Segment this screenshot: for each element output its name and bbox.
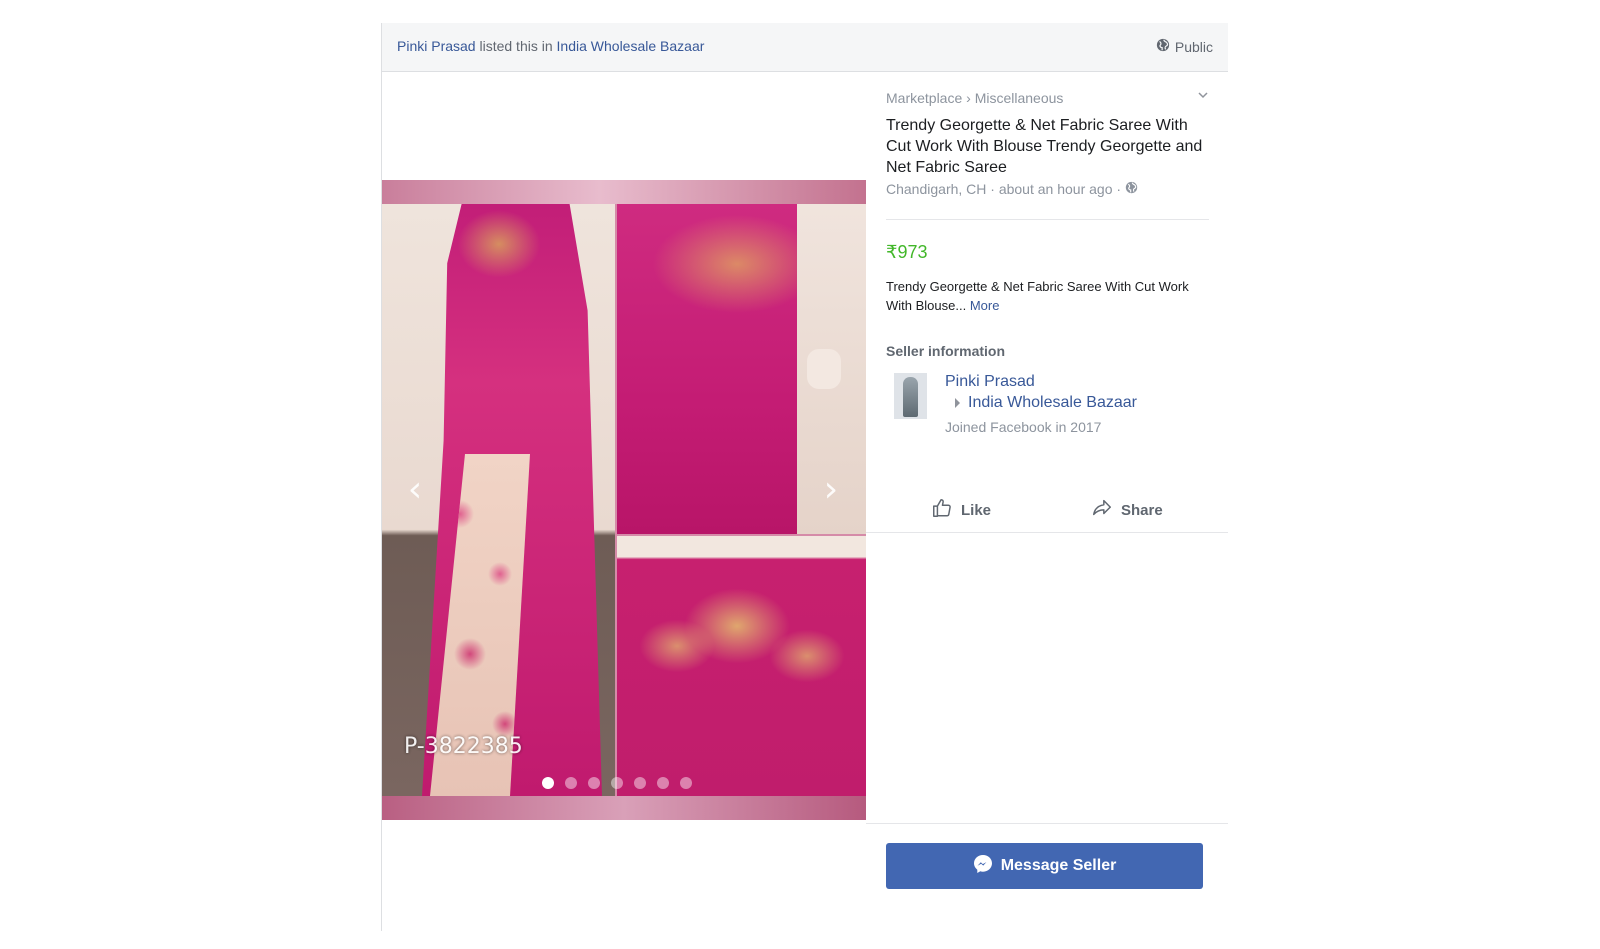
seller-info-heading: Seller information: [886, 343, 1006, 359]
listing-title: Trendy Georgette & Net Fabric Saree With…: [886, 117, 1203, 176]
message-seller-label: Message Seller: [1000, 857, 1117, 874]
avatar[interactable]: [894, 373, 927, 419]
listing-description: Trendy Georgette & Net Fabric Saree With…: [886, 277, 1206, 315]
share-label: Share: [1121, 501, 1163, 519]
globe-icon: [1125, 181, 1138, 197]
seller-name-link[interactable]: Pinki Prasad: [945, 373, 1035, 391]
like-button[interactable]: Like: [931, 497, 991, 523]
carousel-dot[interactable]: [611, 777, 623, 789]
carousel-dot[interactable]: [588, 777, 600, 789]
mannequin-hand: [807, 349, 841, 389]
poster-name-link[interactable]: Pinki Prasad: [397, 38, 476, 54]
audience-label: Public: [1174, 38, 1213, 55]
photo-carousel[interactable]: P-3822385 ‹ ›: [382, 180, 866, 820]
carousel-dots: [542, 777, 692, 789]
marketplace-listing-card: Pinki Prasad listed this in India Wholes…: [381, 23, 1228, 931]
globe-icon: [1156, 38, 1170, 55]
divider: [886, 219, 1209, 220]
carousel-dot[interactable]: [657, 777, 669, 789]
chevron-left-icon[interactable]: ‹: [400, 470, 430, 510]
carousel-dot[interactable]: [634, 777, 646, 789]
messenger-icon: [973, 854, 993, 879]
divider: [866, 823, 1228, 824]
listing-price: ₹973: [886, 242, 928, 262]
post-attribution: Pinki Prasad listed this in India Wholes…: [397, 38, 704, 54]
description-text: Trendy Georgette & Net Fabric Saree With…: [886, 279, 1189, 313]
thumbs-up-icon: [931, 497, 953, 523]
breadcrumb[interactable]: Marketplace › Miscellaneous: [886, 90, 1063, 106]
photo-blur-band-top: [382, 180, 866, 204]
caret-right-icon: [955, 398, 960, 408]
avatar-figure: [903, 377, 918, 417]
blouse-photo: [617, 536, 866, 796]
share-arrow-icon: [1091, 497, 1113, 523]
carousel-dot[interactable]: [680, 777, 692, 789]
chevron-right-icon[interactable]: ›: [816, 470, 846, 510]
message-seller-button[interactable]: Message Seller: [886, 843, 1203, 889]
listing-meta: Chandigarh, CH · about an hour ago ·: [886, 181, 1138, 197]
location-time: Chandigarh, CH · about an hour ago ·: [886, 181, 1122, 197]
chevron-down-icon[interactable]: [1196, 88, 1210, 102]
audience-indicator[interactable]: Public: [1156, 38, 1213, 55]
action-bar: Like Share: [866, 489, 1228, 533]
photo-blur-band-bottom: [382, 796, 866, 820]
seller-group-link[interactable]: India Wholesale Bazaar: [968, 394, 1137, 412]
carousel-dot[interactable]: [565, 777, 577, 789]
post-header: Pinki Prasad listed this in India Wholes…: [382, 23, 1228, 72]
seller-group: India Wholesale Bazaar: [945, 394, 1137, 412]
saree-embroidery: [444, 204, 554, 294]
seller-joined-date: Joined Facebook in 2017: [945, 419, 1102, 435]
group-name-link[interactable]: India Wholesale Bazaar: [557, 38, 705, 54]
like-label: Like: [961, 501, 992, 519]
listing-details-panel: Marketplace › Miscellaneous Trendy Georg…: [866, 71, 1228, 931]
share-button[interactable]: Share: [1091, 497, 1163, 523]
photo-watermark: P-3822385: [404, 734, 523, 759]
listed-text: listed this in: [475, 38, 557, 54]
see-more-link[interactable]: More: [970, 298, 1000, 313]
carousel-dot[interactable]: [542, 777, 554, 789]
